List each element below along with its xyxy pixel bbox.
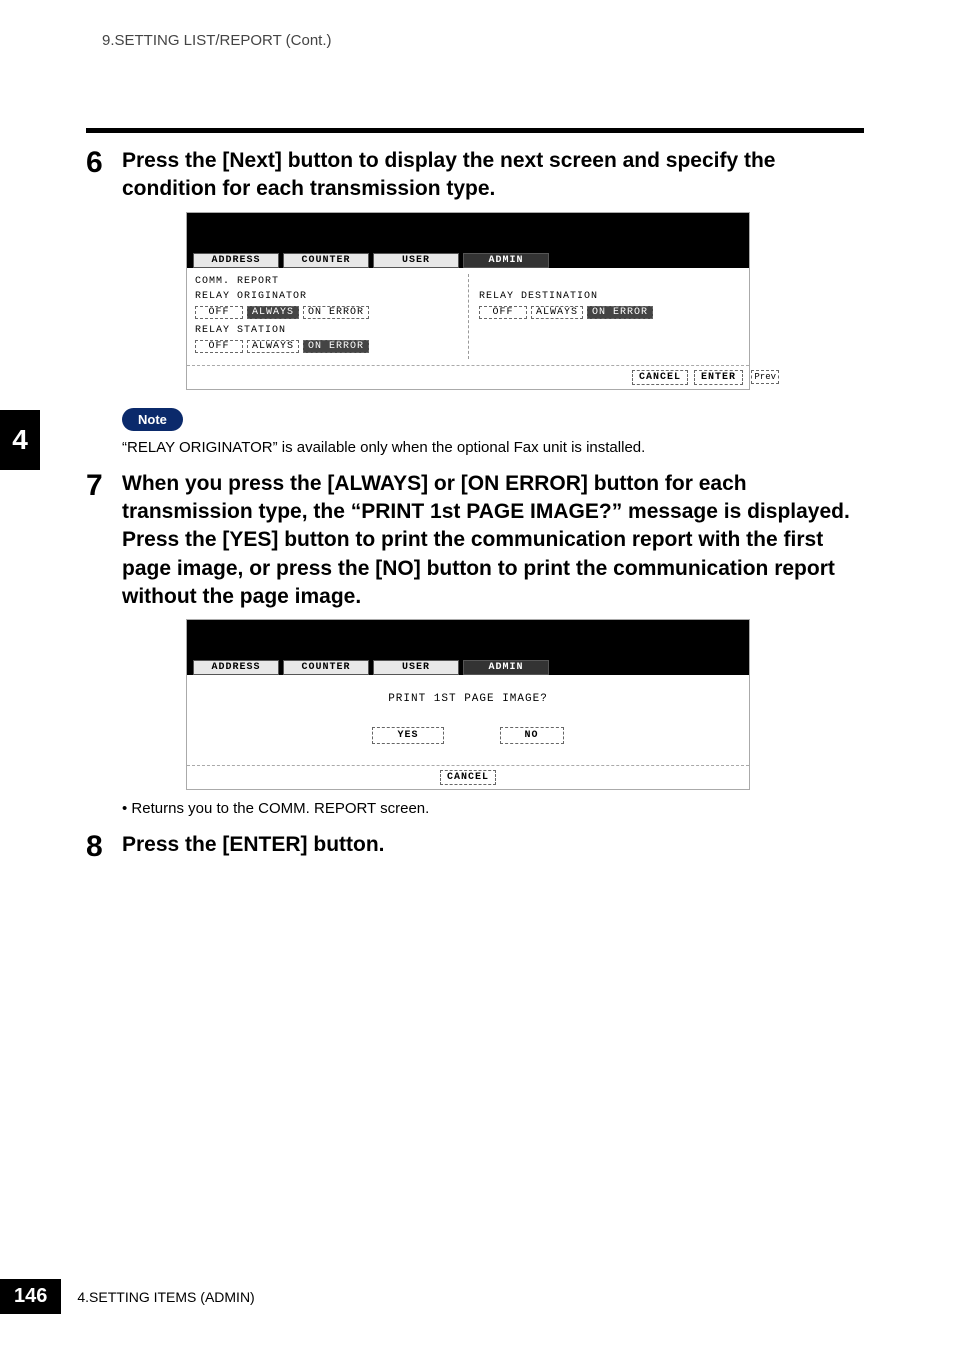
tab-counter[interactable]: COUNTER — [283, 660, 369, 675]
page-number: 146 — [0, 1279, 61, 1314]
tab-address[interactable]: ADDRESS — [193, 253, 279, 268]
panel-title: COMM. REPORT — [195, 276, 468, 287]
yes-no-row: YES NO — [187, 727, 749, 744]
yes-button[interactable]: YES — [372, 727, 443, 744]
panel-white: PRINT 1ST PAGE IMAGE? YES NO CANCEL — [187, 675, 749, 789]
group-label-relay-originator: RELAY ORIGINATOR — [195, 291, 468, 302]
device-screenshot-1: ADDRESS COUNTER USER ADMIN COMM. REPORT … — [186, 212, 750, 390]
tab-row: ADDRESS COUNTER USER ADMIN — [187, 620, 749, 675]
step-8: 8 Press the [ENTER] button. — [86, 831, 864, 863]
header-breadcrumb: 9.SETTING LIST/REPORT (Cont.) — [102, 32, 332, 49]
panel-footer: CANCEL — [187, 765, 749, 789]
step-number: 8 — [86, 831, 122, 863]
tab-admin[interactable]: ADMIN — [463, 253, 549, 268]
page-footer: 146 4.SETTING ITEMS (ADMIN) — [0, 1279, 255, 1314]
content-column: 6 Press the [Next] button to display the… — [86, 128, 864, 871]
cancel-button[interactable]: CANCEL — [440, 770, 496, 785]
note-text: “RELAY ORIGINATOR” is available only whe… — [122, 439, 864, 456]
panel-left-col: COMM. REPORT RELAY ORIGINATOR OFF ALWAYS… — [195, 274, 468, 359]
cancel-button[interactable]: CANCEL — [632, 370, 688, 385]
off-button[interactable]: OFF — [479, 306, 527, 319]
bullet-text: Returns you to the COMM. REPORT screen. — [131, 800, 429, 817]
step-text: Press the [Next] button to display the n… — [122, 147, 864, 204]
button-row: OFF ALWAYS ON ERROR — [479, 306, 741, 319]
step-6: 6 Press the [Next] button to display the… — [86, 147, 864, 204]
group-label-relay-destination: RELAY DESTINATION — [479, 291, 741, 302]
off-button[interactable]: OFF — [195, 340, 243, 353]
page-header-area: 9.SETTING LIST/REPORT (Cont.) — [0, 0, 954, 99]
prompt-message: PRINT 1ST PAGE IMAGE? — [187, 693, 749, 705]
tab-counter[interactable]: COUNTER — [283, 253, 369, 268]
always-button[interactable]: ALWAYS — [247, 306, 299, 319]
no-button[interactable]: NO — [500, 727, 564, 744]
always-button[interactable]: ALWAYS — [247, 340, 299, 353]
panel-right-col: . RELAY DESTINATION OFF ALWAYS ON ERROR — [468, 274, 741, 359]
prev-button[interactable]: Prev — [751, 370, 779, 384]
tab-user[interactable]: USER — [373, 253, 459, 268]
footer-caption: 4.SETTING ITEMS (ADMIN) — [77, 1289, 254, 1305]
button-row: OFF ALWAYS ON ERROR — [195, 306, 468, 319]
panel-body: COMM. REPORT RELAY ORIGINATOR OFF ALWAYS… — [187, 268, 749, 365]
section-rule — [86, 128, 864, 133]
tab-address[interactable]: ADDRESS — [193, 660, 279, 675]
always-button[interactable]: ALWAYS — [531, 306, 583, 319]
tab-user[interactable]: USER — [373, 660, 459, 675]
step-text: Press the [ENTER] button. — [122, 831, 385, 863]
tab-admin[interactable]: ADMIN — [463, 660, 549, 675]
device-screenshot-2: ADDRESS COUNTER USER ADMIN PRINT 1ST PAG… — [186, 619, 750, 790]
step-number: 6 — [86, 147, 122, 204]
on-error-button[interactable]: ON ERROR — [587, 306, 653, 319]
step-7: 7 When you press the [ALWAYS] or [ON ERR… — [86, 470, 864, 612]
panel-body: PRINT 1ST PAGE IMAGE? YES NO — [187, 675, 749, 765]
manual-page: 9.SETTING LIST/REPORT (Cont.) 4 6 Press … — [0, 0, 954, 1348]
button-row: OFF ALWAYS ON ERROR — [195, 340, 468, 353]
on-error-button[interactable]: ON ERROR — [303, 306, 369, 319]
group-label-relay-station: RELAY STATION — [195, 325, 468, 336]
tab-row: ADDRESS COUNTER USER ADMIN — [187, 213, 749, 268]
note-pill: Note — [122, 408, 183, 431]
off-button[interactable]: OFF — [195, 306, 243, 319]
step-text: When you press the [ALWAYS] or [ON ERROR… — [122, 470, 864, 612]
on-error-button[interactable]: ON ERROR — [303, 340, 369, 353]
panel-footer: CANCEL ENTER Prev — [187, 365, 749, 389]
panel-white: COMM. REPORT RELAY ORIGINATOR OFF ALWAYS… — [187, 268, 749, 389]
bullet-return-note: • Returns you to the COMM. REPORT screen… — [122, 800, 864, 817]
enter-button[interactable]: ENTER — [694, 370, 743, 385]
step-number: 7 — [86, 470, 122, 612]
chapter-side-tab: 4 — [0, 410, 40, 470]
